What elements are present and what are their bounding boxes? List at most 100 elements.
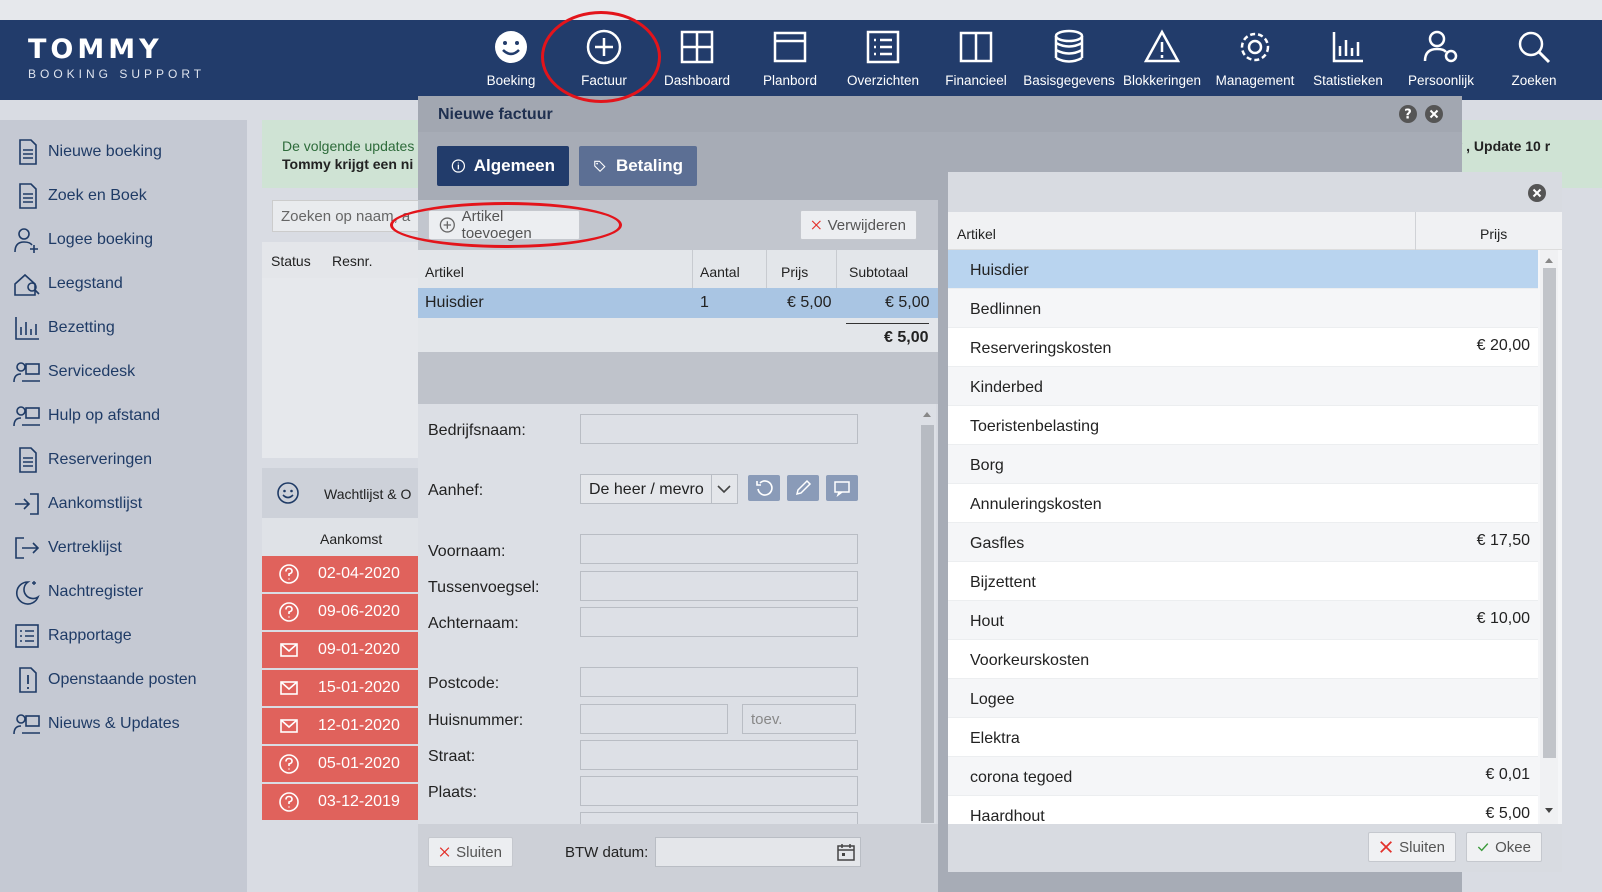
waitlist-row[interactable]: 09-06-2020: [262, 594, 422, 630]
achternaam-input[interactable]: [580, 607, 858, 637]
question-icon: [279, 792, 299, 812]
toev-input[interactable]: toev.: [742, 704, 856, 734]
tussenvoegsel-input[interactable]: [580, 571, 858, 601]
list-icon: [15, 624, 39, 648]
help-icon[interactable]: ?: [1398, 104, 1418, 124]
picker-row[interactable]: Huisdier: [948, 250, 1538, 289]
nav-basisgegevens[interactable]: Basisgegevens: [1022, 22, 1116, 96]
waitlist-row[interactable]: 15-01-2020: [262, 670, 422, 706]
sidebar-item-openstaande-posten[interactable]: Openstaande posten: [12, 660, 197, 700]
toev-placeholder: toev.: [751, 711, 783, 728]
waitlist-row[interactable]: 09-01-2020: [262, 632, 422, 668]
sidebar-item-logee-boeking[interactable]: Logee boeking: [12, 220, 153, 260]
picker-row[interactable]: Haardhout € 5,00: [948, 796, 1538, 824]
nav-financieel[interactable]: Financieel: [929, 22, 1023, 96]
nav-persoonlijk[interactable]: Persoonlijk: [1394, 22, 1488, 96]
close-icon[interactable]: [1527, 183, 1547, 203]
huisnummer-input[interactable]: [580, 704, 728, 734]
nav-label: Basisgegevens: [1023, 73, 1115, 88]
chevron-down-icon: [717, 485, 731, 494]
tab-algemeen[interactable]: Algemeen: [437, 146, 569, 186]
nav-overzichten[interactable]: Overzichten: [836, 22, 930, 96]
picker-row[interactable]: Toeristenbelasting: [948, 406, 1538, 445]
picker-item-name: Reserveringskosten: [970, 340, 1112, 357]
waitlist-row[interactable]: 03-12-2019: [262, 784, 422, 820]
picker-row[interactable]: Annuleringskosten: [948, 484, 1538, 523]
straat-input[interactable]: [580, 740, 858, 770]
picker-row[interactable]: Bijzettent: [948, 562, 1538, 601]
sidebar-item-aankomstlijst[interactable]: Aankomstlijst: [12, 484, 142, 524]
close-x-icon: [439, 847, 450, 857]
voornaam-input[interactable]: [580, 534, 858, 564]
tommy-logo[interactable]: TOMMY BOOKING SUPPORT: [28, 36, 205, 82]
nav-dashboard[interactable]: Dashboard: [650, 22, 744, 96]
col-aantal: Aantal: [700, 264, 740, 280]
sidebar-item-rapportage[interactable]: Rapportage: [12, 616, 132, 656]
scroll-down-icon[interactable]: [1543, 806, 1555, 816]
picker-item-price: € 20,00: [1476, 337, 1530, 354]
sidebar-item-nieuws-updates[interactable]: Nieuws & Updates: [12, 704, 180, 744]
search-icon: [1518, 31, 1551, 64]
sidebar-item-zoek-en-boek[interactable]: Zoek en Boek: [12, 176, 147, 216]
scroll-up-icon[interactable]: [921, 409, 933, 419]
sidebar-item-reserveringen[interactable]: Reserveringen: [12, 440, 152, 480]
col-artikel: Artikel: [425, 264, 464, 280]
plaats-input[interactable]: [580, 776, 858, 806]
picker-row[interactable]: Gasfles € 17,50: [948, 523, 1538, 562]
close-icon[interactable]: [1424, 104, 1444, 124]
nav-label: Planbord: [762, 73, 818, 88]
picker-row[interactable]: Borg: [948, 445, 1538, 484]
label-tussenvoegsel: Tussenvoegsel:: [428, 579, 540, 596]
mail-icon: [280, 643, 298, 657]
nav-blokkeringen[interactable]: Blokkeringen: [1115, 22, 1209, 96]
comment-button[interactable]: [826, 475, 858, 501]
btw-date-input[interactable]: [655, 837, 861, 867]
picker-row[interactable]: Logee: [948, 679, 1538, 718]
sidebar-item-hulp-op-afstand[interactable]: Hulp op afstand: [12, 396, 160, 436]
picker-item-name: Toeristenbelasting: [970, 418, 1099, 435]
picker-row[interactable]: Elektra: [948, 718, 1538, 757]
sidebar-item-vertreklijst[interactable]: Vertreklijst: [12, 528, 122, 568]
edit-button[interactable]: [787, 475, 819, 501]
sidebar-item-nachtregister[interactable]: Nachtregister: [12, 572, 143, 612]
picker-item-name: Elektra: [970, 730, 1020, 747]
picker-row[interactable]: Hout € 10,00: [948, 601, 1538, 640]
gear-icon: [1240, 32, 1270, 62]
background-table-header: Status Resnr.: [262, 242, 422, 278]
close-button[interactable]: Sluiten: [428, 837, 513, 867]
aanhef-select[interactable]: De heer / mevro: [580, 474, 738, 504]
bar-chart-icon: [1332, 32, 1363, 63]
picker-ok-button[interactable]: Okee: [1466, 832, 1542, 862]
picker-row[interactable]: Kinderbed: [948, 367, 1538, 406]
picker-scrollbar-thumb[interactable]: [1543, 268, 1556, 758]
picker-row[interactable]: corona tegoed € 0,01: [948, 757, 1538, 796]
sidebar-item-servicedesk[interactable]: Servicedesk: [12, 352, 135, 392]
sidebar-item-label: Servicedesk: [48, 363, 136, 380]
sidebar-item-bezetting[interactable]: Bezetting: [12, 308, 115, 348]
label-bedrijfsnaam: Bedrijfsnaam:: [428, 422, 526, 439]
sidebar-item-leegstand[interactable]: Leegstand: [12, 264, 123, 304]
scroll-up-icon[interactable]: [1543, 255, 1555, 265]
remove-button[interactable]: Verwijderen: [800, 210, 917, 240]
postcode-input[interactable]: [580, 667, 858, 697]
picker-row[interactable]: Reserveringskosten € 20,00: [948, 328, 1538, 367]
picker-close-button[interactable]: Sluiten: [1368, 832, 1456, 862]
items-table-row[interactable]: Huisdier 1 € 5,00 € 5,00: [418, 288, 938, 318]
bedrijfsnaam-input[interactable]: [580, 414, 858, 444]
land-select[interactable]: [580, 812, 858, 824]
picker-row[interactable]: Voorkeurskosten: [948, 640, 1538, 679]
sidebar-item-nieuwe-boeking[interactable]: Nieuwe boeking: [12, 132, 162, 172]
nav-statistieken[interactable]: Statistieken: [1301, 22, 1395, 96]
items-total-row: € 5,00: [418, 318, 938, 352]
waitlist-row[interactable]: 05-01-2020: [262, 746, 422, 782]
nav-zoeken[interactable]: Zoeken: [1487, 22, 1581, 96]
nav-planbord[interactable]: Planbord: [743, 22, 837, 96]
tab-betaling[interactable]: Betaling: [579, 146, 697, 186]
reset-button[interactable]: [748, 475, 780, 501]
waitlist-row[interactable]: 02-04-2020: [262, 556, 422, 592]
nav-label: Blokkeringen: [1122, 73, 1202, 88]
waitlist-row[interactable]: 12-01-2020: [262, 708, 422, 744]
nav-management[interactable]: Management: [1208, 22, 1302, 96]
picker-row[interactable]: Bedlinnen: [948, 289, 1538, 328]
form-scrollbar-thumb[interactable]: [921, 425, 934, 823]
